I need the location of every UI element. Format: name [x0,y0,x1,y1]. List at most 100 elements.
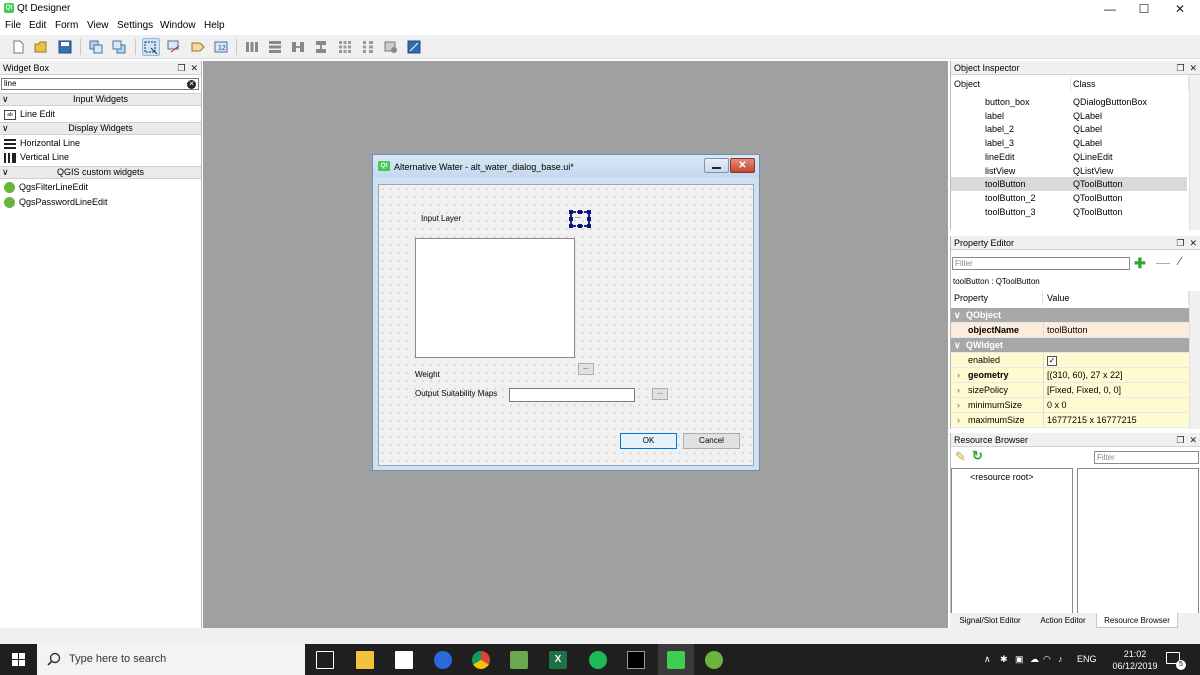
onedrive-icon[interactable]: ☁ [1030,654,1039,665]
resource-root-item[interactable]: <resource root> [970,472,1034,482]
widget-box-search-input[interactable]: line ✕ [1,78,199,90]
widget-qgspasswordlineedit[interactable]: QgsPasswordLineEdit [4,196,108,209]
widget-qgsfilterlineedit[interactable]: QgsFilterLineEdit [4,181,88,194]
property-group-qobject[interactable]: ∨ QObject [951,308,1189,323]
notifications-icon[interactable]: 5 [1166,652,1186,670]
column-class[interactable]: Class [1071,77,1189,91]
start-button[interactable] [0,644,37,675]
selected-tool-button[interactable]: ... [569,210,591,228]
resource-filter-input[interactable]: Filter [1094,451,1199,464]
qt-designer-taskbar-button[interactable] [658,644,694,675]
ok-button[interactable]: OK [620,433,677,449]
category-qgis-custom-widgets[interactable]: ∨ QGIS custom widgets [0,166,201,179]
save-icon[interactable] [56,38,74,56]
edit-buddies-icon[interactable] [189,38,207,56]
minimize-button[interactable]: — [1092,0,1128,18]
add-property-icon[interactable]: ✚ [1134,255,1146,272]
break-layout-icon[interactable] [382,38,400,56]
weight-label[interactable]: Weight [415,370,440,379]
close-button[interactable]: ✕ [1162,0,1198,18]
form-close-button[interactable]: ✕ [730,158,755,173]
qgis-grass-icon[interactable] [510,651,528,669]
tab-resource-browser[interactable]: Resource Browser [1096,613,1178,628]
widget-line-edit[interactable]: ab Line Edit [4,108,55,121]
object-row-label-2[interactable]: label_2 QLabel [951,122,1187,136]
output-browse-button[interactable]: ... [652,388,668,400]
menu-edit[interactable]: Edit [29,20,46,31]
open-folder-icon[interactable] [32,38,50,56]
send-to-back-icon[interactable] [87,38,105,56]
object-row-label-3[interactable]: label_3 QLabel [951,136,1187,150]
chevron-right-icon[interactable]: › [957,368,960,383]
spotify-icon[interactable] [589,651,607,669]
edit-widgets-icon[interactable] [142,38,160,56]
configure-icon[interactable]: ∕ [1179,254,1181,268]
excel-icon[interactable]: X [549,651,567,669]
panel-float-close-icons[interactable]: ❐ ✕ [1176,433,1197,447]
menu-settings[interactable]: Settings [117,20,153,31]
system-clock[interactable]: 21:02 06/12/2019 [1106,648,1164,672]
column-property[interactable]: Property [951,291,1043,305]
property-row-objectname[interactable]: objectName toolButton [951,323,1189,338]
input-layer-label[interactable]: Input Layer [421,214,461,223]
layout-horizontal-icon[interactable] [243,38,261,56]
edit-resources-icon[interactable]: ✎ [955,449,966,465]
language-indicator[interactable]: ENG [1077,654,1097,664]
property-value[interactable]: [(310, 60), 27 x 22] [1047,368,1123,383]
maximize-button[interactable]: ☐ [1126,0,1162,18]
layout-form-icon[interactable] [359,38,377,56]
taskbar-search-box[interactable]: Type here to search [37,644,305,675]
layout-vertical-icon[interactable] [266,38,284,56]
remove-property-icon[interactable]: — [1156,254,1170,270]
task-view-icon[interactable] [316,651,334,669]
layout-splitter-v-icon[interactable] [312,38,330,56]
chevron-right-icon[interactable]: › [957,413,960,428]
file-explorer-icon[interactable] [356,651,374,669]
list-view[interactable] [415,238,575,358]
object-inspector-scrollbar[interactable] [1189,75,1200,230]
property-filter-input[interactable]: Filter [952,257,1130,270]
mail-icon[interactable] [395,651,413,669]
property-value[interactable]: 16777215 x 16777215 [1047,413,1137,428]
enabled-checkbox[interactable]: ✓ [1047,356,1057,366]
layout-splitter-h-icon[interactable] [289,38,307,56]
property-editor-scrollbar[interactable] [1189,291,1200,429]
resource-tree[interactable]: <resource root> [951,468,1073,626]
widget-horizontal-line[interactable]: Horizontal Line [4,137,80,150]
network-icon[interactable]: ▣ [1015,654,1024,665]
qgis-icon[interactable] [705,651,723,669]
output-suitability-label[interactable]: Output Suitability Maps [415,389,497,398]
chevron-right-icon[interactable]: › [957,383,960,398]
cancel-button[interactable]: Cancel [683,433,740,449]
menu-window[interactable]: Window [160,20,196,31]
panel-float-close-icons[interactable]: ❐ ✕ [1176,61,1197,75]
bluetooth-icon[interactable]: ✱ [1000,654,1008,665]
weight-browse-button[interactable]: ... [578,363,594,375]
property-row-enabled[interactable]: enabled ✓ [951,353,1189,368]
tab-signal-slot-editor[interactable]: Signal/Slot Editor [954,613,1026,628]
form-title-bar[interactable]: Qt Alternative Water - alt_water_dialog_… [373,155,759,177]
property-row-maximumsize[interactable]: › maximumSize 16777215 x 16777215 [951,413,1189,428]
edit-tab-order-icon[interactable]: 12 [212,38,230,56]
column-value[interactable]: Value [1043,291,1189,305]
menu-help[interactable]: Help [204,20,225,31]
edit-signals-icon[interactable] [165,38,183,56]
resource-file-list[interactable] [1077,468,1199,626]
tray-chevron-icon[interactable]: ∧ [984,654,991,665]
property-row-minimumsize[interactable]: › minimumSize 0 x 0 [951,398,1189,413]
adjust-size-icon[interactable] [405,38,423,56]
object-row-toolbutton-2[interactable]: toolButton_2 QToolButton [951,191,1187,205]
menu-file[interactable]: File [5,20,21,31]
panel-float-close-icons[interactable]: ❐ ✕ [1176,236,1197,250]
widget-vertical-line[interactable]: Vertical Line [4,151,69,164]
wifi-icon[interactable]: ◠ [1043,654,1051,665]
terminal-icon[interactable] [627,651,645,669]
column-object[interactable]: Object [951,77,1071,91]
object-row-listview[interactable]: listView QListView [951,164,1187,178]
clear-search-icon[interactable]: ✕ [187,80,196,89]
category-input-widgets[interactable]: ∨ Input Widgets [0,93,201,106]
object-row-toolbutton-3[interactable]: toolButton_3 QToolButton [951,205,1187,219]
property-row-sizepolicy[interactable]: › sizePolicy [Fixed, Fixed, 0, 0] [951,383,1189,398]
property-group-qwidget[interactable]: ∨ QWidget [951,338,1189,353]
volume-icon[interactable]: ♪ [1058,654,1063,664]
